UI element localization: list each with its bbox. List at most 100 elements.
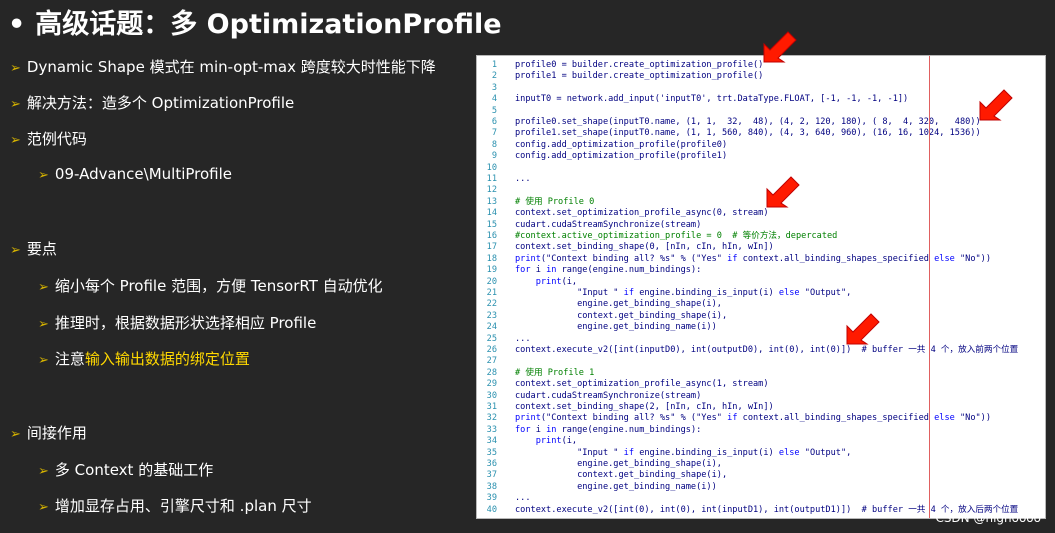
code-text: profile0 = builder.create_optimization_p… <box>515 60 764 70</box>
bullet-text: 范例代码 <box>26 130 87 148</box>
sub-bullet-item: ➢ 增加显存占用、引擎尺寸和 .plan 尺寸 <box>38 495 312 516</box>
line-number: 33 <box>486 424 497 435</box>
line-number: 2 <box>491 71 497 82</box>
code-line: 17 context.set_binding_shape(0, [nIn, cIn… <box>477 242 1045 253</box>
red-arrow-icon <box>846 313 880 345</box>
line-number: 39 <box>486 493 497 504</box>
code-line: 13 # 使用 Profile 0 <box>477 196 1045 208</box>
bullet-arrow-icon: ➢ <box>10 427 21 442</box>
code-text: ... <box>515 333 531 344</box>
bullet-arrow-icon: ➢ <box>10 97 21 112</box>
line-number: 34 <box>486 436 497 447</box>
bullet-item: ➢ 要点 <box>10 238 57 259</box>
code-text: "Input " if engine.binding_is_input(i) e… <box>515 288 852 298</box>
line-number: 25 <box>486 333 497 344</box>
code-line: 22 engine.get_binding_shape(i), <box>477 299 1045 310</box>
bullet-text: 缩小每个 Profile 范围，方便 TensorRT 自动优化 <box>54 277 383 295</box>
line-number: 22 <box>486 299 497 310</box>
code-text: ... <box>515 493 531 504</box>
bullet-text: 推理时，根据数据形状选择相应 Profile <box>54 314 317 332</box>
code-text: profile1 = builder.create_optimization_p… <box>515 71 764 82</box>
code-line: 11... <box>477 174 1045 185</box>
bullet-arrow-icon: ➢ <box>10 243 21 258</box>
bullet-item: ➢ 范例代码 <box>10 128 87 149</box>
bullet-text: 多 Context 的基础工作 <box>54 461 214 479</box>
code-line: 36 engine.get_binding_shape(i), <box>477 459 1045 470</box>
code-text: profile0.set_shape(inputT0.name, (1, 1, … <box>515 117 981 127</box>
line-number: 15 <box>486 219 497 230</box>
code-text: for i in range(engine.num_bindings): <box>515 265 702 276</box>
red-arrow-icon <box>979 89 1013 121</box>
code-text: print(i, <box>535 276 578 287</box>
code-line: 12 <box>477 185 1045 196</box>
line-number: 20 <box>486 276 497 287</box>
code-text: ... <box>515 174 531 184</box>
line-number: 11 <box>486 174 497 184</box>
code-text: # 使用 Profile 1 <box>515 367 595 378</box>
code-line: 10 <box>477 163 1045 174</box>
code-line: 15 cudart.cudaStreamSynchronize(stream) <box>477 219 1045 231</box>
code-text: context.execute_v2([int(inputD0), int(ou… <box>515 345 1019 355</box>
bullet-item: ➢ Dynamic Shape 模式在 min-opt-max 跨度较大时性能下降 <box>10 56 436 77</box>
title-text: 高级话题：多 OptimizationProfile <box>35 9 502 40</box>
edge-guide-line <box>929 56 930 518</box>
red-arrow-icon <box>763 31 797 63</box>
line-number: 32 <box>486 413 497 424</box>
code-line: 27 <box>477 356 1045 367</box>
code-line: 37 context.get_binding_shape(i), <box>477 470 1045 481</box>
line-number: 18 <box>486 253 497 264</box>
code-text: cudart.cudaStreamSynchronize(stream) <box>515 219 702 230</box>
line-number: 19 <box>486 265 497 276</box>
code-text: for i in range(engine.num_bindings): <box>515 424 702 435</box>
code-line: 31 context.set_binding_shape(2, [nIn, cIn… <box>477 402 1045 413</box>
code-text: config.add_optimization_profile(profile1… <box>515 151 728 162</box>
code-line: 23 context.get_binding_shape(i), <box>477 310 1045 322</box>
code-text: print(i, <box>535 436 578 447</box>
bullet-arrow-icon: ➢ <box>38 464 49 479</box>
code-text: print("Context binding all? %s" % ("Yes"… <box>515 253 992 264</box>
line-number: 37 <box>486 470 497 481</box>
line-number: 40 <box>486 504 497 515</box>
line-number: 30 <box>486 390 497 401</box>
bullet-arrow-icon: ➢ <box>38 353 49 368</box>
code-line: 24 engine.get_binding_name(i)) <box>477 322 1045 333</box>
code-line: 34 print(i, <box>477 436 1045 447</box>
line-number: 3 <box>491 82 497 93</box>
line-number: 26 <box>486 345 497 355</box>
code-text: engine.get_binding_shape(i), <box>515 299 722 310</box>
line-number: 29 <box>486 379 497 390</box>
bullet-arrow-icon: ➢ <box>10 61 21 76</box>
line-number: 27 <box>486 356 497 367</box>
line-number: 35 <box>486 447 497 458</box>
line-number: 36 <box>486 459 497 469</box>
code-text: cudart.cudaStreamSynchronize(stream) <box>515 390 702 401</box>
bullet-text: 09-Advance\MultiProfile <box>54 165 233 183</box>
bullet-arrow-icon: ➢ <box>38 500 49 515</box>
code-line: 26 context.execute_v2([int(inputD0), int(… <box>477 345 1045 356</box>
line-number: 7 <box>491 128 497 139</box>
bullet-text: 间接作用 <box>26 424 87 442</box>
code-line: 18 print("Context binding all? %s" % ("Ye… <box>477 253 1045 265</box>
code-text: context.set_optimization_profile_async(0… <box>515 208 769 219</box>
slide-title: • 高级话题：多 OptimizationProfile <box>8 2 502 41</box>
watermark: CSDN @highoooo <box>935 511 1041 525</box>
code-line: 33 for i in range(engine.num_bindings): <box>477 424 1045 436</box>
sub-bullet-item: ➢ 推理时，根据数据形状选择相应 Profile <box>38 312 316 333</box>
code-editor: 1 profile0 = builder.create_optimization_… <box>476 55 1046 519</box>
code-line: 35 "Input " if engine.binding_is_input(i… <box>477 447 1045 459</box>
line-number: 12 <box>486 185 497 196</box>
sub-bullet-item: ➢ 09-Advance\MultiProfile <box>38 165 232 183</box>
code-text: # 使用 Profile 0 <box>515 196 595 207</box>
line-number: 31 <box>486 402 497 412</box>
line-number: 23 <box>486 310 497 321</box>
bullet-text: 增加显存占用、引擎尺寸和 .plan 尺寸 <box>54 497 312 515</box>
code-text: inputT0 = network.add_input('inputT0', t… <box>515 94 909 105</box>
code-line: 21 "Input " if engine.binding_is_input(i… <box>477 288 1045 299</box>
bullet-text: 要点 <box>26 240 57 258</box>
code-line: 3 <box>477 82 1045 94</box>
bullet-item: ➢ 解决方法：造多个 OptimizationProfile <box>10 92 294 113</box>
code-line: 16 #context.active_optimization_profile =… <box>477 231 1045 242</box>
code-text: profile1.set_shape(inputT0.name, (1, 1, … <box>515 128 981 139</box>
code-line: 5 <box>477 106 1045 117</box>
code-text: context.set_binding_shape(0, [nIn, cIn, … <box>515 242 774 253</box>
